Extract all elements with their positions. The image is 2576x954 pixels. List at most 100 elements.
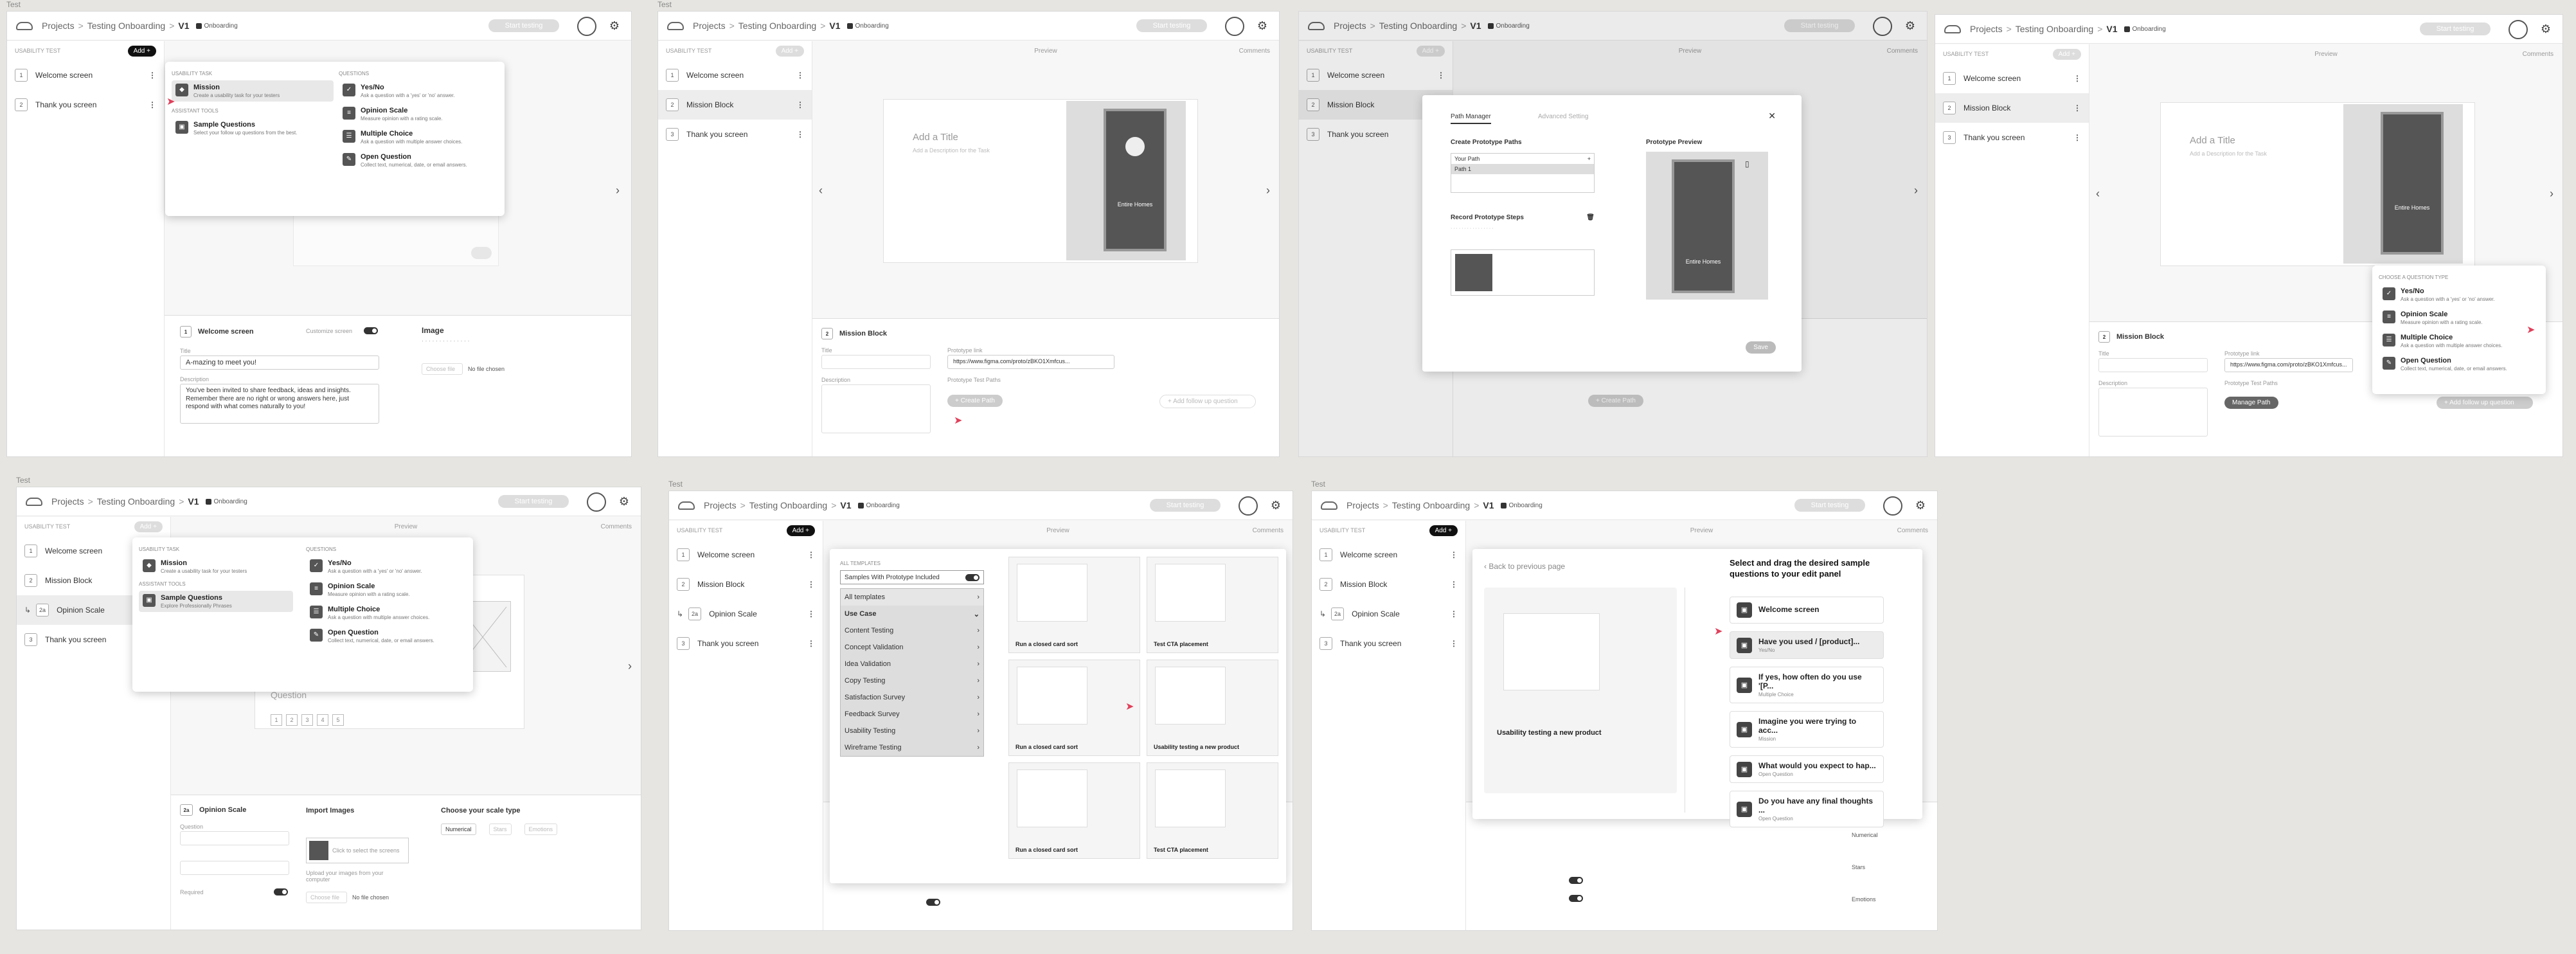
menu-item-opinion[interactable]: ≡ Opinion Scale Measure opinion with a rat… (2379, 307, 2539, 328)
prototype-filter-toggle[interactable]: Samples With Prototype Included (840, 570, 984, 584)
breadcrumb-projects[interactable]: Projects (51, 496, 84, 507)
avatar[interactable] (1225, 17, 1244, 36)
customize-toggle[interactable] (364, 327, 378, 334)
sidebar-item-mission[interactable]: 2Mission Block⋮ (1312, 570, 1465, 599)
choose-file-button[interactable]: Choose file (306, 892, 347, 903)
scale-option[interactable]: 4 (317, 714, 328, 726)
title-input[interactable]: A-mazing to meet you! (180, 356, 379, 370)
sidebar-item-welcome[interactable]: 1Welcome screen⋮ (658, 60, 812, 90)
breadcrumb-projects[interactable]: Projects (1970, 24, 2003, 34)
tab-advanced-setting[interactable]: Advanced Setting (1538, 113, 1588, 120)
create-path-button[interactable]: + Create Path (947, 395, 1003, 407)
sidebar-item-mission[interactable]: 2Mission Block⋮ (1935, 93, 2089, 123)
required-toggle[interactable] (274, 888, 288, 896)
start-testing-button[interactable]: Start testing (1136, 19, 1207, 32)
trash-icon[interactable]: 🗑 (1586, 214, 1595, 221)
sidebar-item-opinion[interactable]: ↳2aOpinion Scale⋮ (1312, 599, 1465, 629)
gear-icon[interactable]: ⚙ (1915, 499, 1926, 512)
stars-option[interactable]: Stars (488, 824, 512, 835)
add-button[interactable]: Add + (127, 45, 156, 57)
avatar[interactable] (587, 492, 606, 512)
logo-icon[interactable] (667, 21, 684, 30)
sample-question-item[interactable]: ▣ Do you have any final thoughts ... Open … (1730, 791, 1884, 827)
title-input[interactable] (2098, 358, 2208, 372)
category-item[interactable]: Feedback Survey › (841, 706, 983, 723)
prev-arrow-icon[interactable]: ‹ (819, 184, 823, 197)
sample-question-item[interactable]: ▣ If yes, how often do you use '[P... Mult… (1730, 667, 1884, 703)
scale-option[interactable]: 3 (301, 714, 313, 726)
menu-item-open[interactable]: ✎ Open Question Collect text, numerical, d… (339, 150, 499, 171)
stars-option[interactable]: Stars (1852, 864, 1865, 870)
menu-item-yesno[interactable]: ✓ Yes/No Ask a question with a 'yes' or 'n… (2379, 284, 2539, 305)
sidebar-item-mission[interactable]: 2Mission Block⋮ (658, 90, 812, 120)
category-item[interactable]: Copy Testing › (841, 672, 983, 689)
menu-item-opinion[interactable]: ≡ Opinion Scale Measure opinion with a rat… (306, 579, 467, 600)
emotions-option[interactable]: Emotions (1852, 896, 1876, 903)
comments-button[interactable]: Comments (1897, 527, 1928, 534)
drag-toggle[interactable] (1569, 895, 1583, 902)
sidebar-item-thanks[interactable]: 3Thank you screen⋮ (1935, 123, 2089, 152)
next-arrow-icon[interactable]: › (1266, 184, 1270, 197)
breadcrumb-project[interactable]: Testing Onboarding (87, 21, 165, 31)
avatar[interactable] (577, 17, 596, 36)
bookmark-icon[interactable]: ▯ (1745, 159, 1749, 168)
close-icon[interactable]: ✕ (1768, 111, 1776, 122)
plus-icon[interactable]: + (1588, 156, 1591, 162)
menu-item-open[interactable]: ✎ Open Question Collect text, numerical, d… (2379, 354, 2539, 375)
comments-button[interactable]: Comments (601, 523, 632, 530)
category-item[interactable]: Wireframe Testing › (841, 739, 983, 756)
sidebar-item-thanks[interactable]: 2 Thank you screen ⋮ (7, 90, 164, 120)
numerical-option[interactable]: Numerical (441, 824, 476, 835)
menu-item-mission[interactable]: ◆ Mission Create a usability task for your… (139, 556, 293, 577)
sidebar-item-mission[interactable]: 2Mission Block⋮ (669, 570, 823, 599)
scale-option[interactable]: 1 (271, 714, 282, 726)
logo-icon[interactable] (1321, 501, 1337, 510)
question-input[interactable] (180, 831, 289, 845)
start-testing-button[interactable]: Start testing (1794, 499, 1865, 512)
breadcrumb-project[interactable]: Testing Onboarding (1392, 500, 1470, 510)
category-item[interactable]: Concept Validation › (841, 639, 983, 656)
next-arrow-icon[interactable]: › (616, 184, 620, 197)
menu-item-multiple[interactable]: ☰ Multiple Choice Ask a question with mult… (339, 127, 499, 148)
note-input[interactable] (180, 861, 289, 875)
breadcrumb-project[interactable]: Testing Onboarding (2016, 24, 2093, 34)
choose-file-button[interactable]: Choose file (422, 363, 463, 375)
sample-question-item[interactable]: ▣ Imagine you were trying to acc... Missio… (1730, 711, 1884, 748)
start-testing-button[interactable]: Start testing (1150, 499, 1221, 512)
gear-icon[interactable]: ⚙ (2541, 22, 2551, 35)
menu-item-yesno[interactable]: ✓ Yes/No Ask a question with a 'yes' or 'n… (306, 556, 467, 577)
breadcrumb-project[interactable]: Testing Onboarding (749, 500, 827, 510)
use-case-dropdown[interactable]: Use Case ⌄ (841, 606, 983, 622)
add-followup-button[interactable]: + Add follow up question (2437, 397, 2533, 409)
select-screens-button[interactable]: Click to select the screens (306, 838, 409, 863)
next-arrow-icon[interactable]: › (628, 660, 632, 673)
gear-icon[interactable]: ⚙ (619, 495, 629, 508)
emotions-option[interactable]: Emotions (524, 824, 558, 835)
scale-option[interactable]: 5 (332, 714, 344, 726)
breadcrumb-projects[interactable]: Projects (704, 500, 737, 510)
category-item[interactable]: Usability Testing › (841, 723, 983, 739)
avatar[interactable] (2509, 20, 2528, 39)
breadcrumb-project[interactable]: Testing Onboarding (97, 496, 175, 507)
template-card[interactable]: Test CTA placement (1147, 762, 1278, 859)
comments-button[interactable]: Comments (1253, 527, 1284, 534)
add-followup-button[interactable]: + Add follow up question (1159, 395, 1256, 408)
description-input[interactable] (2098, 388, 2208, 437)
sample-question-item[interactable]: ▣ Welcome screen (1730, 597, 1884, 624)
prev-arrow-icon[interactable]: ‹ (2096, 187, 2100, 201)
menu-item-sample-questions[interactable]: ▣ Sample Questions Explore Professionally … (139, 591, 293, 612)
sidebar-item-thanks[interactable]: 3Thank you screen⋮ (669, 629, 823, 658)
prototype-link-input[interactable]: https://www.figma.com/proto/zBKO1Xmfcus.… (947, 355, 1114, 369)
back-link[interactable]: ‹ Back to previous page (1484, 562, 1565, 571)
sample-question-item[interactable]: ▣ Have you used / [product]... Yes/No (1730, 631, 1884, 659)
sidebar-item-welcome[interactable]: 1Welcome screen⋮ (1312, 540, 1465, 570)
sidebar-item-welcome[interactable]: 1Welcome screen⋮ (1935, 64, 2089, 93)
menu-item-mission[interactable]: ◆ Mission Create a usability task for your… (172, 80, 334, 102)
logo-icon[interactable] (16, 21, 33, 30)
sidebar-item-welcome[interactable]: 1Welcome screen⋮ (669, 540, 823, 570)
save-button[interactable]: Save (1746, 341, 1776, 354)
required-toggle[interactable] (926, 899, 940, 906)
start-testing-button[interactable]: Start testing (488, 19, 559, 32)
menu-item-opinion[interactable]: ≡ Opinion Scale Measure opinion with a rat… (339, 104, 499, 125)
sidebar-item-thanks[interactable]: 3Thank you screen⋮ (1312, 629, 1465, 658)
